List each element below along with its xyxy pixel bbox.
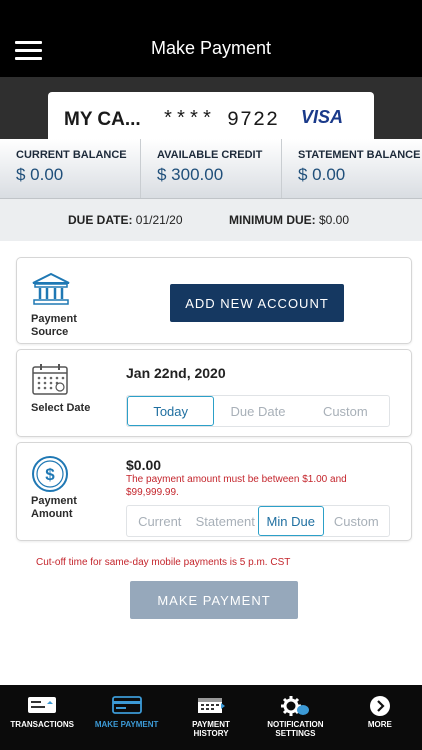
- page-title: Make Payment: [150, 38, 272, 58]
- statement-balance: STATEMENT BALANCE $ 0.00: [281, 139, 422, 198]
- nav-label: PAYMENT HISTORY: [192, 720, 230, 738]
- gear-chat-icon: [280, 695, 310, 722]
- nav-more[interactable]: MORE: [338, 685, 422, 750]
- due-date-label: DUE DATE:: [68, 213, 133, 227]
- minimum-due-value: $0.00: [319, 213, 350, 227]
- card-icon: [111, 695, 142, 720]
- payment-amount-section: $ Payment Amount $0.00 The payment amoun…: [16, 442, 412, 541]
- nav-make-payment[interactable]: MAKE PAYMENT: [84, 685, 168, 750]
- amount-option-statement[interactable]: Statement: [193, 506, 259, 536]
- due-date: DUE DATE: 01/21/20: [68, 213, 183, 227]
- bottom-nav: TRANSACTIONS MAKE PAYMENT PAYMENT HISTOR…: [0, 685, 422, 750]
- nav-label: MAKE PAYMENT: [94, 720, 159, 729]
- select-date-label: Select Date: [31, 402, 91, 414]
- date-option-due-date[interactable]: Due Date: [214, 396, 301, 426]
- balance-label: STATEMENT BALANCE: [298, 149, 421, 161]
- dollar-icon: $: [31, 455, 69, 498]
- add-new-account-button[interactable]: ADD NEW ACCOUNT: [170, 284, 344, 322]
- card-number: **** 9722: [162, 109, 280, 132]
- minimum-due-label: MINIMUM DUE:: [229, 213, 316, 227]
- date-option-today[interactable]: Today: [127, 396, 215, 426]
- nav-notification-settings[interactable]: NOTIFICATION SETTINGS: [253, 685, 337, 750]
- date-option-custom[interactable]: Custom: [302, 396, 389, 426]
- due-strip: DUE DATE: 01/21/20 MINIMUM DUE: $0.00: [0, 199, 422, 241]
- nav-label: NOTIFICATION SETTINGS: [267, 720, 324, 738]
- credit-card[interactable]: MY CA... **** 9722 VISA: [48, 92, 374, 139]
- amount-option-custom[interactable]: Custom: [324, 506, 390, 536]
- card-name: MY CA...: [64, 109, 141, 130]
- balance-value: $ 300.00: [157, 165, 224, 184]
- balances-bar: CURRENT BALANCE $ 0.00 AVAILABLE CREDIT …: [0, 139, 422, 199]
- minimum-due: MINIMUM DUE: $0.00: [229, 213, 349, 227]
- payment-amount-error: The payment amount must be between $1.00…: [126, 474, 347, 498]
- cutoff-notice: Cut-off time for same-day mobile payment…: [36, 557, 291, 568]
- select-date-section: Select Date Jan 22nd, 2020 Today Due Dat…: [16, 349, 412, 437]
- amount-option-min-due[interactable]: Min Due: [258, 506, 324, 536]
- payment-amount-value[interactable]: $0.00: [126, 457, 161, 473]
- amount-options: Current Statement Min Due Custom: [126, 505, 390, 537]
- available-credit: AVAILABLE CREDIT $ 300.00: [140, 139, 281, 198]
- current-balance: CURRENT BALANCE $ 0.00: [0, 139, 140, 198]
- bank-icon: [31, 272, 71, 311]
- balance-label: AVAILABLE CREDIT: [157, 149, 263, 161]
- svg-text:$: $: [45, 465, 55, 484]
- payment-source-section: Payment Source ADD NEW ACCOUNT: [16, 257, 412, 344]
- nav-label: MORE: [367, 720, 392, 729]
- nav-label: TRANSACTIONS: [10, 720, 74, 729]
- calendar-icon: [31, 362, 69, 401]
- due-date-value: 01/21/20: [135, 213, 183, 227]
- nav-transactions[interactable]: TRANSACTIONS: [0, 685, 84, 750]
- more-icon: [369, 695, 391, 722]
- card-strip: MY CA... **** 9722 VISA: [0, 77, 422, 139]
- calendar-icon: [196, 695, 226, 720]
- transactions-icon: [27, 695, 57, 720]
- make-payment-button[interactable]: MAKE PAYMENT: [130, 581, 298, 619]
- selected-date: Jan 22nd, 2020: [126, 365, 226, 381]
- balance-value: $ 0.00: [16, 165, 64, 184]
- payment-source-label: Payment Source: [31, 313, 77, 338]
- top-bar: Make Payment: [0, 0, 422, 77]
- balance-label: CURRENT BALANCE: [16, 149, 127, 161]
- visa-logo: VISA: [301, 107, 344, 127]
- amount-option-current[interactable]: Current: [127, 506, 193, 536]
- balance-value: $ 0.00: [298, 165, 346, 184]
- nav-payment-history[interactable]: PAYMENT HISTORY: [169, 685, 253, 750]
- payment-amount-label: Payment Amount: [31, 495, 77, 520]
- date-options: Today Due Date Custom: [126, 395, 390, 427]
